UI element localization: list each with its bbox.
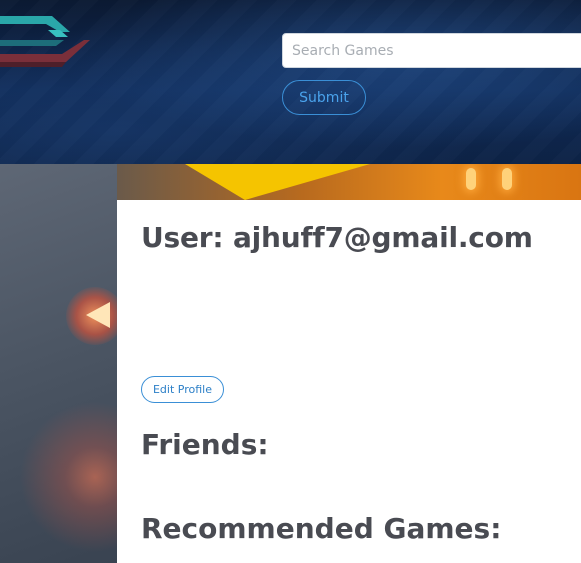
site-header: Submit (0, 0, 581, 164)
friends-heading: Friends: (141, 428, 269, 461)
left-arrow-icon (86, 302, 110, 328)
hero-art-light (502, 168, 512, 190)
profile-panel: User: ajhuff7@gmail.com Edit Profile Fri… (117, 200, 581, 563)
recommended-games-heading: Recommended Games: (141, 512, 502, 545)
search-games-input[interactable] (282, 33, 581, 68)
hero-art-light (466, 168, 476, 190)
edit-profile-button[interactable]: Edit Profile (141, 376, 224, 403)
brand-logo-icon[interactable] (0, 10, 90, 72)
submit-button[interactable]: Submit (282, 80, 366, 115)
user-title: User: ajhuff7@gmail.com (141, 221, 533, 254)
hero-art-wedge (185, 164, 370, 200)
brand-logo-icon-svg (0, 16, 90, 67)
